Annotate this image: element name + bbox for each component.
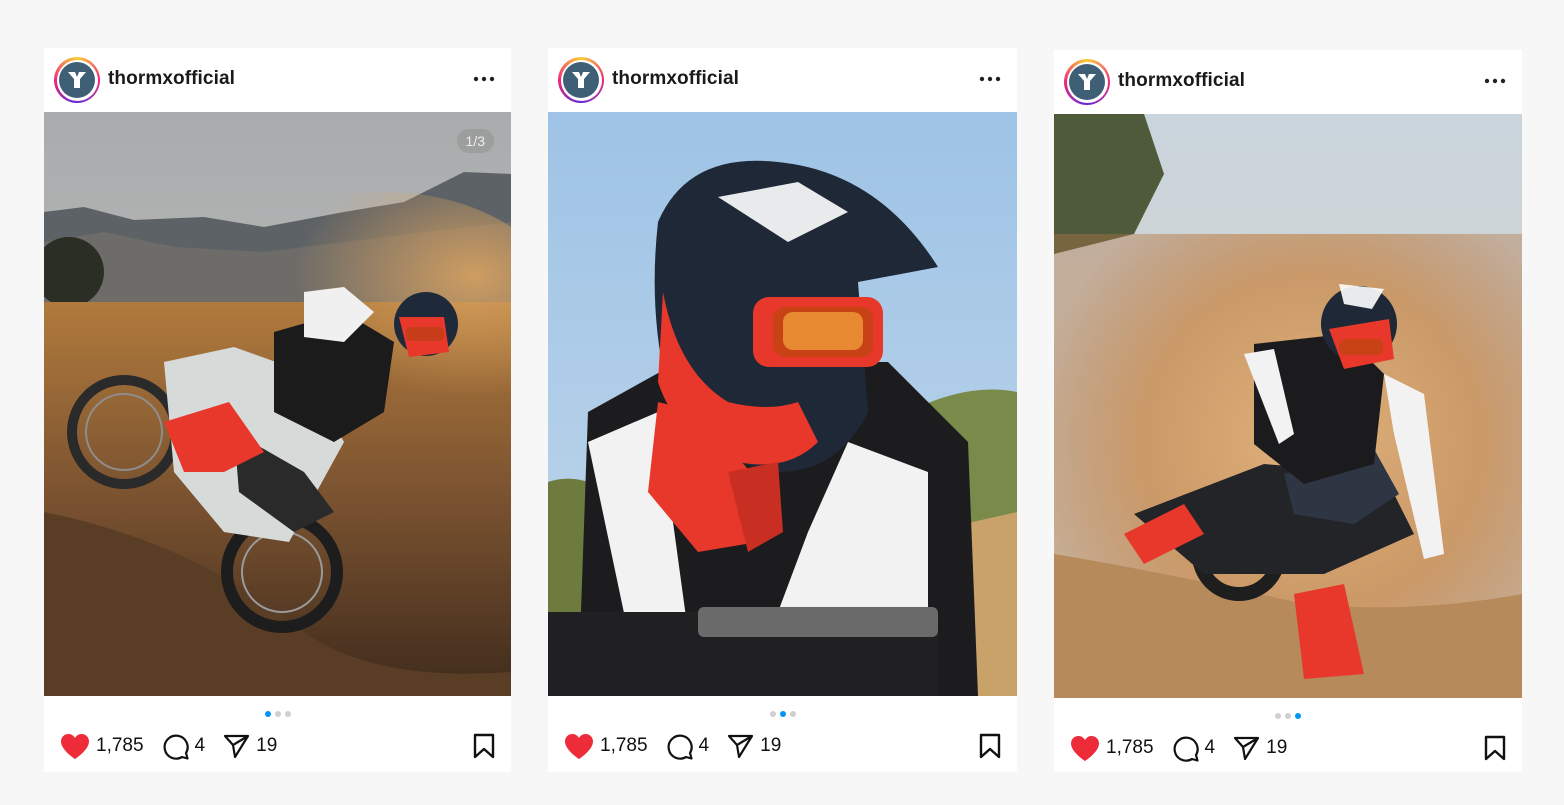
like-button[interactable]: 1,785 <box>60 733 144 760</box>
share-button[interactable]: 19 <box>1233 736 1287 761</box>
post-card-2: thormxofficial 1,785 4 19 <box>548 48 1017 772</box>
carousel-indicator <box>44 711 511 719</box>
photo-counter: 1/3 <box>456 129 494 153</box>
like-button[interactable]: 1,785 <box>564 733 648 760</box>
more-options-icon <box>473 76 495 82</box>
post-actions: 1,785 4 19 <box>60 731 495 761</box>
post-header: thormxofficial <box>548 48 1017 112</box>
more-options-button[interactable] <box>1482 68 1508 94</box>
share-button[interactable]: 19 <box>223 734 277 759</box>
comment-button[interactable]: 4 <box>1172 735 1216 762</box>
comment-button[interactable]: 4 <box>162 733 206 760</box>
thor-logo-icon <box>572 72 590 88</box>
heart-icon <box>61 733 89 759</box>
post-header: thormxofficial <box>1054 50 1522 114</box>
like-count: 1,785 <box>96 735 144 756</box>
thor-logo-icon <box>1078 74 1096 90</box>
comment-count: 4 <box>194 735 206 756</box>
share-icon <box>1234 736 1260 760</box>
username[interactable]: thormxofficial <box>108 68 235 90</box>
bookmark-icon <box>473 733 495 759</box>
carousel-indicator <box>1054 713 1522 721</box>
avatar[interactable] <box>558 57 604 103</box>
username[interactable]: thormxofficial <box>1118 70 1245 92</box>
bookmark-button[interactable] <box>979 733 1001 759</box>
heart-icon <box>1071 735 1099 761</box>
thor-logo-icon <box>68 72 86 88</box>
avatar[interactable] <box>1064 59 1110 105</box>
post-photo[interactable] <box>548 112 1017 696</box>
username[interactable]: thormxofficial <box>612 68 739 90</box>
carousel-dot <box>779 711 786 717</box>
carousel-dot <box>789 711 796 717</box>
post-actions: 1,785 4 19 <box>564 731 1001 761</box>
comment-icon <box>667 734 693 760</box>
share-icon <box>728 734 754 758</box>
share-count: 19 <box>1266 737 1288 758</box>
post-actions: 1,785 4 19 <box>1070 733 1506 763</box>
comment-button[interactable]: 4 <box>666 733 710 760</box>
carousel-dot <box>274 711 281 717</box>
carousel-dot <box>1295 713 1301 719</box>
like-button[interactable]: 1,785 <box>1070 735 1154 762</box>
comment-count: 4 <box>698 735 710 756</box>
more-options-icon <box>979 76 1001 82</box>
share-icon <box>224 734 250 758</box>
share-button[interactable]: 19 <box>727 734 781 759</box>
post-photo[interactable] <box>1054 114 1522 698</box>
post-photo[interactable]: 1/3 <box>44 112 511 696</box>
carousel-dot <box>1275 713 1281 719</box>
heart-icon <box>565 733 593 759</box>
bookmark-button[interactable] <box>473 733 495 759</box>
post-header: thormxofficial <box>44 48 511 112</box>
bookmark-icon <box>979 733 1001 759</box>
like-count: 1,785 <box>600 735 648 756</box>
bookmark-button[interactable] <box>1484 735 1506 761</box>
more-options-icon <box>1484 78 1506 84</box>
carousel-dot <box>264 711 271 717</box>
motocross-rider-cornering-image <box>44 112 511 696</box>
more-options-button[interactable] <box>977 66 1003 92</box>
comment-icon <box>163 734 189 760</box>
share-count: 19 <box>256 735 278 756</box>
post-card-3: thormxofficial 1,785 4 19 <box>1054 50 1522 772</box>
carousel-dot <box>284 711 291 717</box>
comment-count: 4 <box>1204 737 1216 758</box>
carousel-dot <box>769 711 776 717</box>
carousel-indicator <box>548 711 1017 719</box>
comment-icon <box>1173 736 1199 762</box>
bookmark-icon <box>1484 735 1506 761</box>
rider-portrait-helmet-image <box>548 112 1017 696</box>
share-count: 19 <box>760 735 782 756</box>
motocross-rider-roost-image <box>1054 114 1522 698</box>
more-options-button[interactable] <box>471 66 497 92</box>
avatar[interactable] <box>54 57 100 103</box>
carousel-dot <box>1285 713 1291 719</box>
post-card-1: thormxofficial 1/3 1,785 4 19 <box>44 48 511 772</box>
like-count: 1,785 <box>1106 737 1154 758</box>
